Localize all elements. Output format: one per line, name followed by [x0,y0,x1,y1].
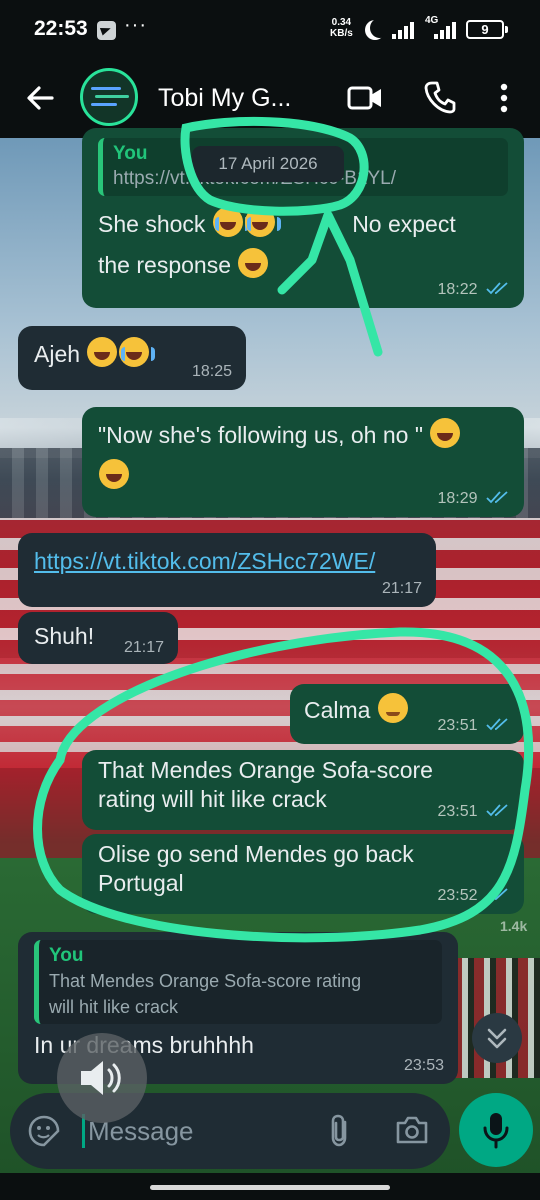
more-notifications-indicator: ··· [124,14,147,36]
read-ticks-icon [486,491,508,504]
telegram-notification-icon [97,21,116,40]
speaker-icon [81,1061,121,1095]
contact-name[interactable]: Tobi My G... [158,84,291,113]
read-ticks-icon [486,718,508,731]
chevron-down-icon [487,1028,507,1049]
laughing-emoji [238,248,269,278]
network-speed-unit: KB/s [330,28,353,39]
message-time: 18:29 [437,490,478,507]
message-bubble-outgoing[interactable]: That Mendes Orange Sofa-score rating wil… [82,750,524,830]
message-text: Ajeh [34,341,81,367]
message-meta: 23:51 [438,802,511,822]
quote-author: You [49,945,84,966]
message-bubble-incoming[interactable]: Ajeh 18:25 [18,326,246,390]
message-text: Calma [304,697,371,723]
mic-icon [483,1113,509,1149]
chat-header: Tobi My G... [0,60,540,138]
message-bubble-incoming[interactable]: Shuh! 21:17 [18,612,178,664]
message-time: 18:22 [437,281,478,298]
quote-text: That Mendes Orange Sofa-score rating [49,971,362,991]
phone-icon[interactable] [424,80,456,114]
loudly-crying-emoji [212,207,249,237]
do-not-disturb-icon [370,18,390,38]
message-text: No expect [352,211,456,237]
message-link[interactable]: https://vt.tiktok.com/ZSHcc72WE/ [34,548,375,574]
message-time: 23:52 [437,887,478,904]
signal-icon-sim2 [434,21,460,39]
message-text: Shuh! [34,623,95,649]
date-chip: 17 April 2026 [192,146,344,182]
camera-icon[interactable] [395,1115,429,1145]
laughing-emoji [87,337,118,367]
loudly-crying-emoji [119,337,156,367]
message-time: 23:51 [437,717,478,734]
status-time: 22:53 [34,17,88,40]
network-speed: 0.34 KB/s [330,17,353,39]
message-bubble-outgoing[interactable]: Calma 23:51 [290,684,524,744]
message-bubble-outgoing[interactable]: Olise go send Mendes go back Portugal 23… [82,834,524,914]
contact-avatar[interactable] [80,68,138,126]
quoted-message[interactable]: You That Mendes Orange Sofa-score rating… [34,940,442,1024]
message-text: the response [98,252,231,278]
message-meta: 23:52 [438,886,511,906]
message-time: 18:25 [191,363,232,380]
message-text: She shock [98,211,206,237]
message-text: That Mendes Orange Sofa-score [98,757,433,783]
network-speed-value: 0.34 [331,17,352,28]
message-bubble-outgoing[interactable]: "Now she's following us, oh no " 18:29 [82,407,524,517]
voice-record-button[interactable] [459,1093,533,1167]
message-text: Olise go send Mendes go back [98,841,414,867]
speaker-overlay-button[interactable] [57,1033,147,1123]
wallpaper-text: 1.4k [500,918,528,934]
loudly-crying-emoji [244,207,281,237]
quote-text: will hit like crack [49,997,179,1017]
battery-indicator: 9 [466,20,508,39]
read-ticks-icon [486,888,508,901]
scroll-to-bottom-button[interactable] [472,1013,522,1063]
signal-icon-sim1 [392,21,418,39]
message-time: 21:17 [123,639,164,656]
back-arrow-icon[interactable] [24,82,56,114]
relieved-emoji [377,693,408,723]
system-nav-bar [0,1173,540,1200]
video-call-icon[interactable] [347,84,383,112]
laughing-emoji [99,459,129,489]
status-bar: 22:53 ··· 0.34 KB/s 4G 9 [0,0,540,60]
read-ticks-icon [486,282,508,295]
sticker-icon[interactable] [27,1114,61,1148]
message-time: 21:17 [381,580,422,597]
attach-icon[interactable] [326,1113,352,1149]
message-text: "Now she's following us, oh no " [98,422,423,448]
message-bubble-incoming[interactable]: https://vt.tiktok.com/ZSHcc72WE/ 21:17 [18,533,436,607]
home-gesture-handle[interactable] [150,1185,390,1190]
message-time: 23:53 [403,1057,444,1074]
read-ticks-icon [486,804,508,817]
message-meta: 23:51 [438,716,511,736]
message-meta: 18:22 [438,280,511,300]
laughing-emoji [430,418,461,448]
message-time: 23:51 [437,803,478,820]
message-meta: 18:29 [438,489,511,509]
more-options-icon[interactable] [496,82,512,114]
